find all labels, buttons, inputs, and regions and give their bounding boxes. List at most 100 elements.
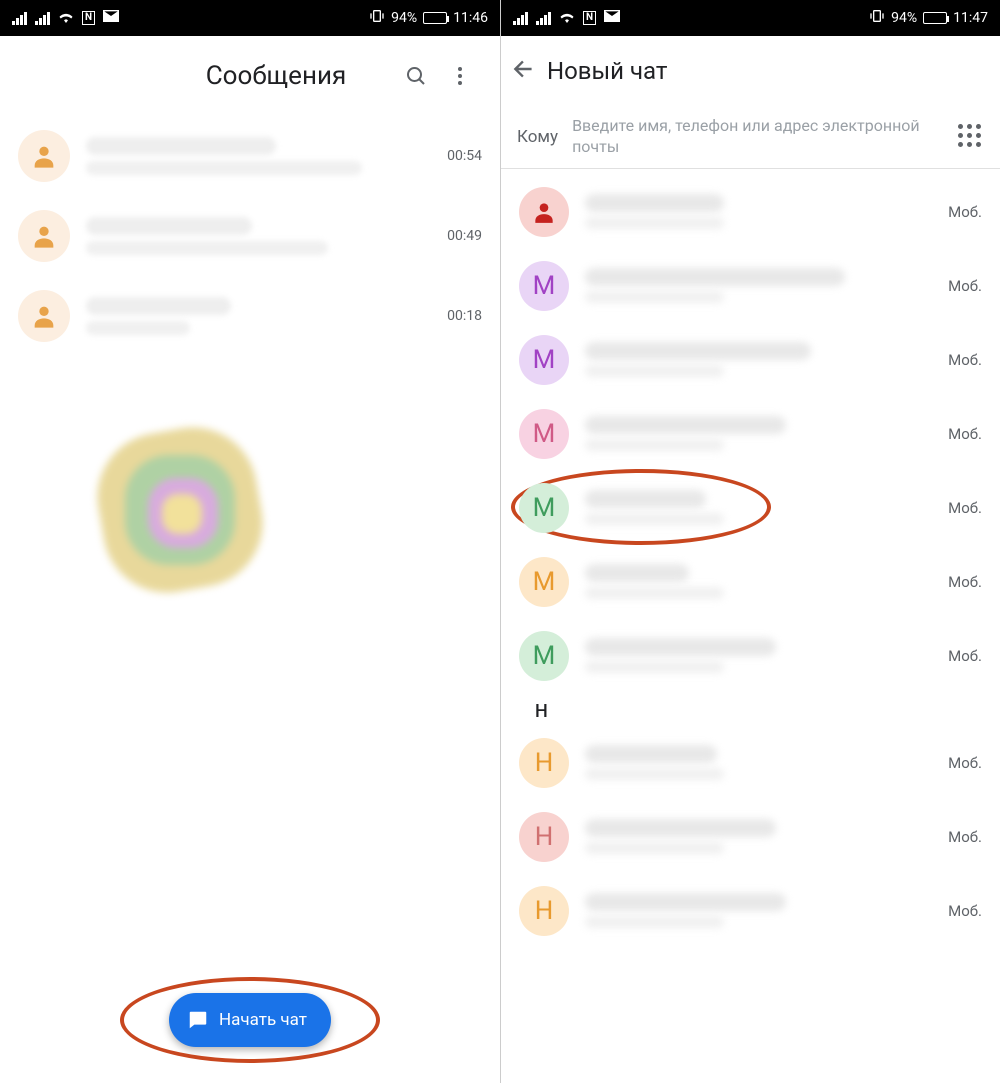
mail-icon bbox=[604, 10, 620, 26]
contact-item[interactable]: M Моб. bbox=[519, 397, 982, 471]
contact-sub-blurred bbox=[585, 217, 724, 229]
clock-time: 11:46 bbox=[453, 10, 488, 26]
conversation-name-blurred bbox=[86, 297, 231, 315]
contact-type: Моб. bbox=[948, 351, 982, 369]
contact-item[interactable]: M Моб. bbox=[519, 471, 982, 545]
conversation-time: 00:49 bbox=[447, 228, 482, 244]
chat-icon bbox=[187, 1009, 209, 1031]
back-button[interactable] bbox=[511, 56, 537, 86]
contact-name-blurred bbox=[585, 416, 786, 434]
avatar-letter: M bbox=[519, 409, 569, 459]
contact-sub-blurred bbox=[585, 916, 724, 928]
conversation-item[interactable]: 00:18 bbox=[18, 276, 482, 356]
avatar bbox=[18, 210, 70, 262]
conversation-item[interactable]: 00:54 bbox=[18, 116, 482, 196]
contact-type: Моб. bbox=[948, 203, 982, 221]
avatar-letter: M bbox=[519, 483, 569, 533]
status-bar: N 94% 11:47 bbox=[501, 0, 1000, 36]
contact-sub-blurred bbox=[585, 439, 724, 451]
status-bar: N 94% 11:46 bbox=[0, 0, 500, 36]
conversation-preview-blurred bbox=[86, 321, 190, 335]
avatar bbox=[519, 187, 569, 237]
page-title: Новый чат bbox=[547, 57, 667, 85]
start-chat-button[interactable]: Начать чат bbox=[169, 993, 331, 1047]
avatar-letter: Н bbox=[519, 812, 569, 862]
contact-item[interactable]: M Моб. bbox=[519, 323, 982, 397]
avatar bbox=[18, 290, 70, 342]
conversation-name-blurred bbox=[86, 217, 252, 235]
contact-item[interactable]: Н Моб. bbox=[519, 726, 982, 800]
contact-name-blurred bbox=[585, 819, 776, 837]
app-bar: Новый чат bbox=[501, 36, 1000, 106]
contact-item[interactable]: M Моб. bbox=[519, 619, 982, 693]
battery-icon bbox=[423, 12, 447, 24]
avatar-letter: Н bbox=[519, 886, 569, 936]
contact-name-blurred bbox=[585, 194, 724, 212]
avatar bbox=[18, 130, 70, 182]
avatar-letter: M bbox=[519, 631, 569, 681]
contact-name-blurred bbox=[585, 342, 811, 360]
conversation-name-blurred bbox=[86, 137, 276, 155]
contact-name-blurred bbox=[585, 745, 717, 763]
section-header: Н bbox=[519, 693, 982, 726]
battery-pct: 94% bbox=[391, 10, 417, 26]
contact-type: Моб. bbox=[948, 902, 982, 920]
more-button[interactable] bbox=[438, 54, 482, 98]
contact-type: Моб. bbox=[948, 828, 982, 846]
app-bar: Сообщения bbox=[0, 36, 500, 116]
messages-screen: N 94% 11:46 Сообщения bbox=[0, 0, 500, 1083]
contact-sub-blurred bbox=[585, 291, 724, 303]
battery-pct: 94% bbox=[891, 10, 917, 26]
contact-item[interactable]: Н Моб. bbox=[519, 800, 982, 874]
avatar-letter: M bbox=[519, 557, 569, 607]
contact-item[interactable]: Моб. bbox=[519, 175, 982, 249]
contact-name-blurred bbox=[585, 490, 706, 508]
contact-name-blurred bbox=[585, 268, 845, 286]
search-button[interactable] bbox=[394, 54, 438, 98]
conversation-item[interactable]: 00:49 bbox=[18, 196, 482, 276]
wifi-icon bbox=[58, 10, 74, 27]
mail-icon bbox=[103, 10, 119, 26]
vibrate-icon bbox=[369, 9, 385, 27]
clock-time: 11:47 bbox=[953, 10, 988, 26]
signal-icon-2 bbox=[35, 12, 50, 25]
contact-type: Моб. bbox=[948, 754, 982, 772]
contact-item[interactable]: Н Моб. bbox=[519, 874, 982, 948]
contact-name-blurred bbox=[585, 564, 689, 582]
nfc-icon: N bbox=[82, 11, 95, 25]
nfc-icon: N bbox=[583, 11, 596, 25]
signal-icon bbox=[513, 12, 528, 25]
vibrate-icon bbox=[869, 9, 885, 27]
contact-item[interactable]: M Моб. bbox=[519, 249, 982, 323]
contact-sub-blurred bbox=[585, 365, 724, 377]
watermark bbox=[80, 500, 420, 700]
contact-sub-blurred bbox=[585, 842, 724, 854]
page-title: Сообщения bbox=[158, 61, 394, 91]
recipient-input[interactable]: Введите имя, телефон или адрес электронн… bbox=[572, 116, 944, 158]
contact-type: Моб. bbox=[948, 647, 982, 665]
new-chat-screen: N 94% 11:47 Новый чат Кому Введите имя, … bbox=[500, 0, 1000, 1083]
avatar-letter: M bbox=[519, 261, 569, 311]
contact-type: Моб. bbox=[948, 573, 982, 591]
signal-icon bbox=[12, 12, 27, 25]
avatar-letter: Н bbox=[519, 738, 569, 788]
contact-sub-blurred bbox=[585, 768, 724, 780]
contact-name-blurred bbox=[585, 893, 786, 911]
battery-icon bbox=[923, 12, 947, 24]
wifi-icon bbox=[559, 10, 575, 27]
contact-type: Моб. bbox=[948, 499, 982, 517]
avatar-letter: M bbox=[519, 335, 569, 385]
to-label: Кому bbox=[517, 127, 558, 147]
conversation-time: 00:54 bbox=[447, 148, 482, 164]
conversation-time: 00:18 bbox=[447, 308, 482, 324]
contact-type: Моб. bbox=[948, 277, 982, 295]
contact-item[interactable]: M Моб. bbox=[519, 545, 982, 619]
contact-list: Моб. M Моб. M Моб. M Моб. M Моб. bbox=[501, 169, 1000, 954]
signal-icon-2 bbox=[536, 12, 551, 25]
dialpad-button[interactable] bbox=[958, 124, 984, 150]
start-chat-label: Начать чат bbox=[219, 1010, 307, 1030]
conversation-list: 00:54 00:49 00:18 bbox=[0, 116, 500, 356]
contact-name-blurred bbox=[585, 638, 776, 656]
conversation-preview-blurred bbox=[86, 241, 328, 255]
contact-sub-blurred bbox=[585, 513, 724, 525]
